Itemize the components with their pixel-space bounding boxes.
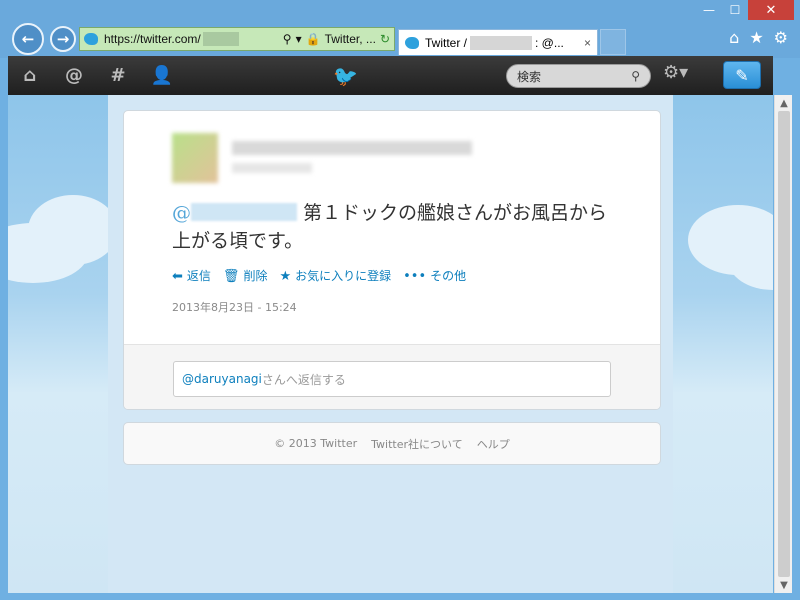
search-icon[interactable]: ⚲ [283, 32, 292, 46]
lock-icon[interactable]: 🔒 [306, 32, 321, 46]
twitter-bird-icon [84, 33, 98, 45]
reply-placeholder: さんへ返信する [261, 372, 346, 387]
tweet-card: @ 第１ドックの艦娘さんがお風呂から上がる頃です。 ⬅ 返信 🗑 削除 ★ お気に入り… [123, 110, 661, 410]
tab-close-icon[interactable]: × [584, 36, 591, 50]
tab-title-prefix: Twitter / [425, 35, 468, 50]
reply-area: @daruyanagi さんへ返信する [124, 344, 660, 409]
hash-icon: # [110, 65, 126, 86]
page-footer: © 2013 Twitter Twitter社について ヘルプ [123, 422, 661, 465]
address-url: https://twitter.com/ [104, 32, 201, 46]
discover-nav-button[interactable]: # [96, 56, 140, 95]
new-tab-button[interactable] [600, 29, 626, 55]
title-bar: — ☐ ✕ ← → https://twitter.com/ ⚲ ▾ 🔒 Twi… [0, 0, 800, 58]
twitter-topbar: ⌂ @ # 👤 🐦 検索 ⚲ ⚙▾ ✎ [8, 56, 773, 95]
settings-menu-button[interactable]: ⚙▾ [663, 62, 688, 83]
search-icon[interactable]: ⚲ [631, 69, 640, 83]
cloud-decoration [28, 195, 118, 265]
address-tab-label: Twitter, ... [324, 32, 376, 46]
compose-icon: ✎ [735, 65, 749, 85]
compose-tweet-button[interactable]: ✎ [723, 61, 761, 89]
delete-action[interactable]: 🗑 削除 [223, 267, 268, 284]
favorite-action[interactable]: ★ お気に入りに登録 [279, 267, 391, 284]
twitter-logo-icon: 🐦 [333, 64, 358, 88]
more-action[interactable]: ••• その他 [403, 267, 466, 284]
address-bar[interactable]: https://twitter.com/ ⚲ ▾ 🔒 Twitter, ... … [79, 27, 395, 51]
home-nav-button[interactable]: ⌂ [8, 56, 52, 95]
favorites-star-icon[interactable]: ★ [749, 28, 763, 47]
page-content: @ 第１ドックの艦娘さんがお風呂から上がる頃です。 ⬅ 返信 🗑 削除 ★ お気に入り… [8, 95, 773, 593]
reply-handle: @daruyanagi [182, 372, 262, 386]
trash-icon: 🗑 [222, 269, 240, 284]
tab-twitter[interactable]: Twitter / : @... × [398, 29, 598, 55]
refresh-icon[interactable]: ↻ [380, 32, 390, 46]
scroll-up-icon[interactable]: ▲ [775, 95, 793, 111]
reply-action[interactable]: ⬅ 返信 [172, 267, 211, 284]
gear-icon: ⚙▾ [663, 62, 689, 83]
user-name-redacted[interactable] [232, 141, 472, 155]
tweet-text: @ 第１ドックの艦娘さんがお風呂から上がる頃です。 [172, 199, 612, 255]
arrow-left-icon: ← [21, 30, 35, 48]
gear-icon[interactable]: ⚙ [774, 28, 788, 47]
scroll-down-icon[interactable]: ▼ [775, 577, 793, 593]
arrow-right-icon: → [56, 30, 70, 48]
reply-icon: ⬅ [172, 269, 183, 284]
footer-copyright: © 2013 Twitter [274, 437, 358, 450]
scrollbar-thumb[interactable] [778, 111, 790, 577]
background-right [673, 95, 773, 593]
avatar[interactable] [172, 133, 218, 183]
tweet-timestamp[interactable]: 2013年8月23日 - 15:24 [172, 299, 297, 315]
search-input[interactable]: 検索 ⚲ [506, 64, 651, 88]
at-icon: @ [65, 65, 83, 86]
mention-redacted [191, 203, 297, 221]
window-controls: — ☐ ✕ [696, 0, 794, 20]
vertical-scrollbar[interactable]: ▲ ▼ [774, 95, 792, 593]
browser-window: — ☐ ✕ ← → https://twitter.com/ ⚲ ▾ 🔒 Twi… [0, 0, 800, 600]
back-button[interactable]: ← [12, 23, 44, 55]
browser-toolbar-icons: ⌂ ★ ⚙ [729, 28, 788, 47]
mention-link[interactable]: @ [172, 202, 297, 224]
minimize-button[interactable]: — [696, 0, 722, 20]
tab-title-suffix: : @... [535, 35, 564, 50]
maximize-button[interactable]: ☐ [722, 0, 748, 20]
person-icon: 👤 [150, 65, 174, 86]
address-url-redacted [202, 32, 239, 46]
dropdown-icon[interactable]: ▾ [296, 32, 302, 46]
user-handle-redacted[interactable] [232, 163, 312, 173]
home-icon[interactable]: ⌂ [729, 28, 739, 47]
search-placeholder: 検索 [517, 69, 542, 84]
tab-title-redacted [470, 35, 533, 50]
footer-about-link[interactable]: Twitter社について [371, 436, 463, 452]
reply-input[interactable]: @daruyanagi さんへ返信する [173, 361, 611, 397]
forward-button[interactable]: → [50, 26, 76, 52]
close-button[interactable]: ✕ [748, 0, 794, 20]
more-icon: ••• [403, 269, 427, 284]
profile-nav-button[interactable]: 👤 [140, 56, 184, 95]
footer-help-link[interactable]: ヘルプ [477, 436, 510, 452]
mentions-nav-button[interactable]: @ [52, 56, 96, 95]
star-icon: ★ [279, 269, 292, 284]
home-icon: ⌂ [23, 65, 37, 86]
background-left [8, 95, 108, 593]
twitter-bird-icon [405, 36, 419, 49]
tweet-actions: ⬅ 返信 🗑 削除 ★ お気に入りに登録 ••• その他 [172, 267, 466, 284]
